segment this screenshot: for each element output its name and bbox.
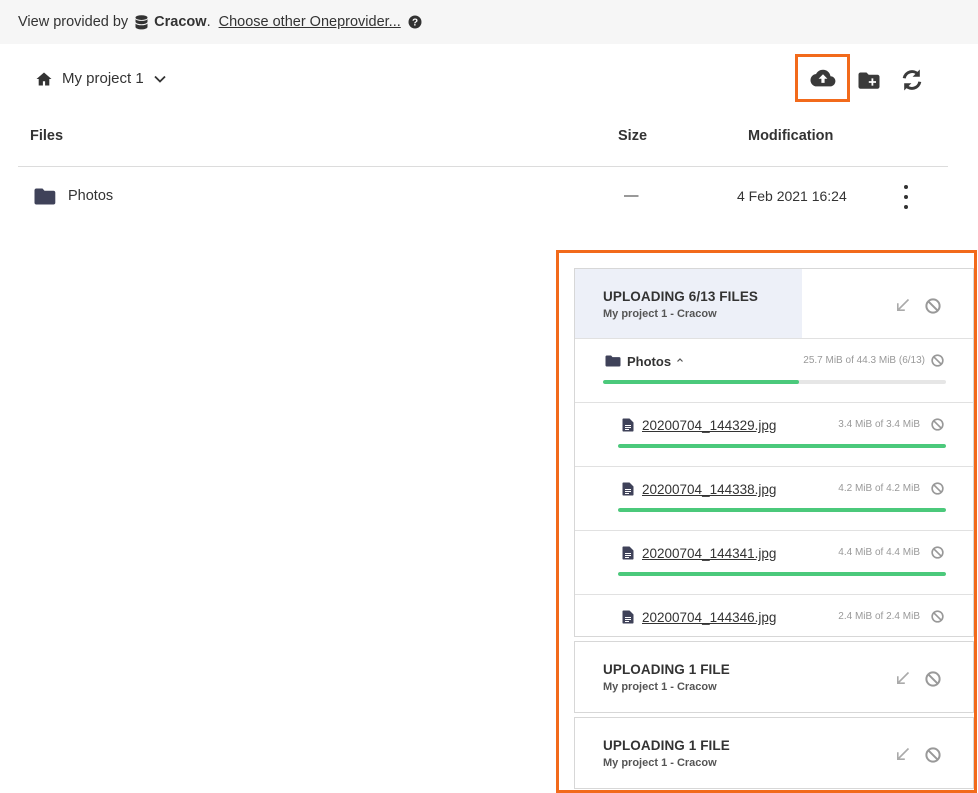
upload-file-name[interactable]: 20200704_144338.jpg xyxy=(642,482,776,497)
provider-period: . xyxy=(206,14,211,30)
cloud-upload-icon xyxy=(810,69,836,87)
upload-folder-item[interactable]: Photos 25.7 MiB of 44.3 MiB (6/13) xyxy=(575,339,973,403)
kebab-menu-icon[interactable] xyxy=(902,185,910,209)
refresh-icon xyxy=(900,68,924,92)
upload-card-header[interactable]: UPLOADING 6/13 FILES My project 1 - Crac… xyxy=(575,269,973,339)
file-icon xyxy=(622,418,634,432)
progress-bar xyxy=(618,444,946,448)
cancel-icon[interactable] xyxy=(931,418,944,431)
minimize-icon[interactable] xyxy=(896,298,910,312)
breadcrumb-current: My project 1 xyxy=(62,70,144,87)
upload-file-name[interactable]: 20200704_144346.jpg xyxy=(642,610,776,625)
upload-file-item: 20200704_144346.jpg 2.4 MiB of 2.4 MiB xyxy=(575,595,973,637)
cancel-icon[interactable] xyxy=(931,354,944,367)
minimize-icon[interactable] xyxy=(896,747,910,761)
upload-card-header[interactable]: UPLOADING 1 FILE My project 1 - Cracow xyxy=(575,718,973,788)
provider-bar: View provided by Cracow . Choose other O… xyxy=(0,0,978,44)
cancel-icon[interactable] xyxy=(925,298,941,314)
progress-bar xyxy=(618,636,946,637)
upload-folder-name: Photos xyxy=(627,354,672,369)
breadcrumb[interactable]: My project 1 xyxy=(36,70,166,87)
progress-bar xyxy=(618,508,946,512)
upload-file-progress-text: 4.4 MiB of 4.4 MiB xyxy=(838,547,920,558)
caret-up-icon[interactable] xyxy=(676,356,684,364)
upload-file-name[interactable]: 20200704_144329.jpg xyxy=(642,418,776,433)
cancel-icon[interactable] xyxy=(925,671,941,687)
column-header-modification: Modification xyxy=(748,128,834,144)
upload-file-item: 20200704_144329.jpg 3.4 MiB of 3.4 MiB xyxy=(575,403,973,467)
upload-file-item: 20200704_144338.jpg 4.2 MiB of 4.2 MiB xyxy=(575,467,973,531)
database-icon xyxy=(135,14,148,30)
file-icon xyxy=(622,610,634,624)
upload-title: UPLOADING 1 FILE xyxy=(603,662,730,677)
progress-bar xyxy=(603,380,946,384)
help-icon[interactable]: ? xyxy=(408,15,422,29)
progress-fill xyxy=(618,508,946,512)
upload-subtitle: My project 1 - Cracow xyxy=(603,308,717,320)
progress-fill xyxy=(618,572,946,576)
column-header-files: Files xyxy=(30,128,64,144)
file-icon xyxy=(622,482,634,496)
file-size: — xyxy=(624,188,639,204)
upload-file-progress-text: 2.4 MiB of 2.4 MiB xyxy=(838,611,920,622)
cancel-icon[interactable] xyxy=(931,482,944,495)
chevron-down-icon xyxy=(154,75,166,83)
cancel-icon[interactable] xyxy=(931,546,944,559)
progress-bar xyxy=(618,572,946,576)
folder-icon xyxy=(605,355,621,367)
upload-subtitle: My project 1 - Cracow xyxy=(603,757,717,769)
home-icon xyxy=(36,72,52,86)
upload-title: UPLOADING 1 FILE xyxy=(603,738,730,753)
upload-subtitle: My project 1 - Cracow xyxy=(603,681,717,693)
choose-other-provider-link[interactable]: Choose other Oneprovider... xyxy=(219,14,401,30)
upload-file-name[interactable]: 20200704_144341.jpg xyxy=(642,546,776,561)
column-header-size: Size xyxy=(618,128,648,144)
new-folder-icon xyxy=(858,72,880,89)
new-directory-button[interactable] xyxy=(855,66,883,94)
upload-file-progress-text: 3.4 MiB of 3.4 MiB xyxy=(838,419,920,430)
table-row[interactable]: Photos — 4 Feb 2021 16:24 xyxy=(18,167,948,227)
folder-icon xyxy=(34,188,56,205)
cancel-icon[interactable] xyxy=(925,747,941,763)
file-icon xyxy=(622,546,634,560)
upload-title: UPLOADING 6/13 FILES xyxy=(603,289,759,304)
progress-fill xyxy=(618,636,946,637)
upload-card: UPLOADING 6/13 FILES My project 1 - Crac… xyxy=(574,268,974,637)
progress-fill xyxy=(603,380,799,384)
file-name: Photos xyxy=(68,188,114,204)
upload-card-header[interactable]: UPLOADING 1 FILE My project 1 - Cracow xyxy=(575,642,973,712)
upload-card: UPLOADING 1 FILE My project 1 - Cracow xyxy=(574,641,974,713)
upload-file-item: 20200704_144341.jpg 4.4 MiB of 4.4 MiB xyxy=(575,531,973,595)
cancel-icon[interactable] xyxy=(931,610,944,623)
file-modification: 4 Feb 2021 16:24 xyxy=(737,188,847,204)
provider-prefix: View provided by xyxy=(18,14,129,30)
progress-fill xyxy=(618,444,946,448)
svg-text:?: ? xyxy=(412,18,418,29)
upload-card: UPLOADING 1 FILE My project 1 - Cracow xyxy=(574,717,974,789)
upload-file-progress-text: 4.2 MiB of 4.2 MiB xyxy=(838,483,920,494)
upload-folder-progress-text: 25.7 MiB of 44.3 MiB (6/13) xyxy=(803,355,925,366)
refresh-button[interactable] xyxy=(898,66,926,94)
provider-name: Cracow xyxy=(154,14,207,30)
upload-button[interactable] xyxy=(795,54,850,102)
minimize-icon[interactable] xyxy=(896,671,910,685)
